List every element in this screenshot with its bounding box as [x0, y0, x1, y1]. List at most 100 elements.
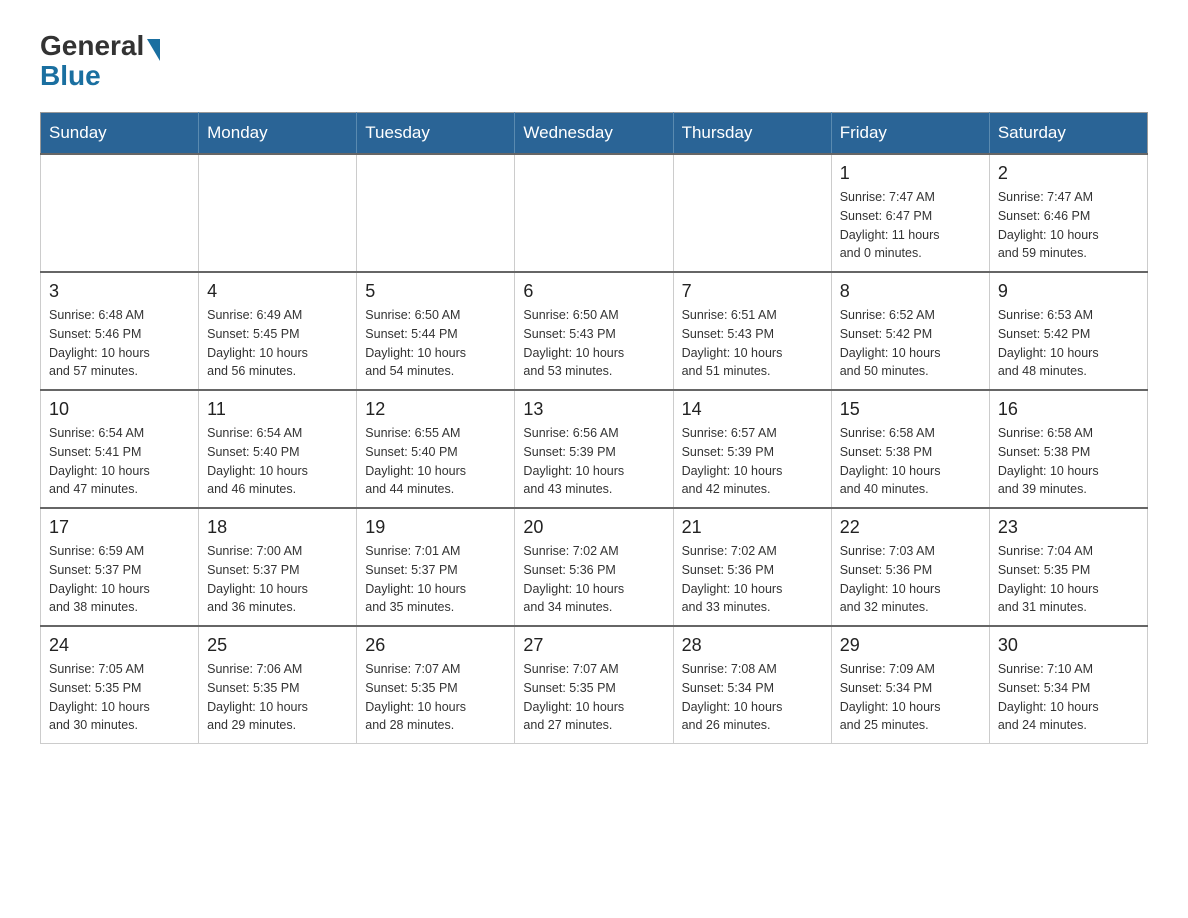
calendar-cell: 13 Sunrise: 6:56 AM Sunset: 5:39 PM Dayli… — [515, 390, 673, 508]
calendar-header-row: SundayMondayTuesdayWednesdayThursdayFrid… — [41, 113, 1148, 155]
day-number: 12 — [365, 399, 506, 420]
calendar-week-row: 3 Sunrise: 6:48 AM Sunset: 5:46 PM Daylig… — [41, 272, 1148, 390]
day-info: Sunrise: 7:07 AM Sunset: 5:35 PM Dayligh… — [523, 660, 664, 735]
calendar-cell: 19Sunrise: 7:01 AM Sunset: 5:37 PM Dayli… — [357, 508, 515, 626]
logo: General Blue — [40, 30, 160, 92]
calendar-cell: 2Sunrise: 7:47 AM Sunset: 6:46 PM Daylig… — [989, 154, 1147, 272]
calendar-week-row: 10 Sunrise: 6:54 AM Sunset: 5:41 PM Dayli… — [41, 390, 1148, 508]
day-info: Sunrise: 6:50 AM Sunset: 5:44 PM Dayligh… — [365, 306, 506, 381]
day-info: Sunrise: 6:55 AM Sunset: 5:40 PM Dayligh… — [365, 424, 506, 499]
calendar-cell: 10 Sunrise: 6:54 AM Sunset: 5:41 PM Dayli… — [41, 390, 199, 508]
day-number: 20 — [523, 517, 664, 538]
day-info: Sunrise: 7:02 AM Sunset: 5:36 PM Dayligh… — [523, 542, 664, 617]
day-number: 25 — [207, 635, 348, 656]
day-info: Sunrise: 7:06 AM Sunset: 5:35 PM Dayligh… — [207, 660, 348, 735]
calendar-week-row: 1Sunrise: 7:47 AM Sunset: 6:47 PM Daylig… — [41, 154, 1148, 272]
calendar-cell — [515, 154, 673, 272]
calendar-cell: 3 Sunrise: 6:48 AM Sunset: 5:46 PM Daylig… — [41, 272, 199, 390]
page-header: General Blue — [40, 30, 1148, 92]
day-info: Sunrise: 7:09 AM Sunset: 5:34 PM Dayligh… — [840, 660, 981, 735]
day-number: 21 — [682, 517, 823, 538]
day-info: Sunrise: 6:53 AM Sunset: 5:42 PM Dayligh… — [998, 306, 1139, 381]
day-number: 30 — [998, 635, 1139, 656]
day-number: 3 — [49, 281, 190, 302]
calendar-cell: 17 Sunrise: 6:59 AM Sunset: 5:37 PM Dayli… — [41, 508, 199, 626]
day-number: 2 — [998, 163, 1139, 184]
calendar-cell: 30 Sunrise: 7:10 AM Sunset: 5:34 PM Dayli… — [989, 626, 1147, 744]
calendar-cell: 14 Sunrise: 6:57 AM Sunset: 5:39 PM Dayli… — [673, 390, 831, 508]
calendar-cell: 23 Sunrise: 7:04 AM Sunset: 5:35 PM Dayli… — [989, 508, 1147, 626]
calendar-cell: 9Sunrise: 6:53 AM Sunset: 5:42 PM Daylig… — [989, 272, 1147, 390]
calendar-cell — [41, 154, 199, 272]
calendar-cell — [199, 154, 357, 272]
day-number: 4 — [207, 281, 348, 302]
day-number: 26 — [365, 635, 506, 656]
day-info: Sunrise: 6:57 AM Sunset: 5:39 PM Dayligh… — [682, 424, 823, 499]
calendar-cell: 8 Sunrise: 6:52 AM Sunset: 5:42 PM Daylig… — [831, 272, 989, 390]
day-number: 14 — [682, 399, 823, 420]
day-info: Sunrise: 6:58 AM Sunset: 5:38 PM Dayligh… — [840, 424, 981, 499]
day-info: Sunrise: 6:52 AM Sunset: 5:42 PM Dayligh… — [840, 306, 981, 381]
calendar-cell: 22 Sunrise: 7:03 AM Sunset: 5:36 PM Dayli… — [831, 508, 989, 626]
day-number: 11 — [207, 399, 348, 420]
day-info: Sunrise: 6:54 AM Sunset: 5:41 PM Dayligh… — [49, 424, 190, 499]
calendar-cell: 25 Sunrise: 7:06 AM Sunset: 5:35 PM Dayli… — [199, 626, 357, 744]
logo-blue-text: Blue — [40, 60, 101, 92]
calendar-cell: 5 Sunrise: 6:50 AM Sunset: 5:44 PM Daylig… — [357, 272, 515, 390]
calendar-cell — [357, 154, 515, 272]
logo-triangle-icon — [147, 39, 160, 61]
day-number: 22 — [840, 517, 981, 538]
day-info: Sunrise: 7:04 AM Sunset: 5:35 PM Dayligh… — [998, 542, 1139, 617]
calendar-cell: 6 Sunrise: 6:50 AM Sunset: 5:43 PM Daylig… — [515, 272, 673, 390]
day-info: Sunrise: 6:54 AM Sunset: 5:40 PM Dayligh… — [207, 424, 348, 499]
day-info: Sunrise: 6:59 AM Sunset: 5:37 PM Dayligh… — [49, 542, 190, 617]
weekday-header-friday: Friday — [831, 113, 989, 155]
day-number: 28 — [682, 635, 823, 656]
day-info: Sunrise: 6:51 AM Sunset: 5:43 PM Dayligh… — [682, 306, 823, 381]
day-number: 13 — [523, 399, 664, 420]
day-info: Sunrise: 6:50 AM Sunset: 5:43 PM Dayligh… — [523, 306, 664, 381]
calendar-cell: 4Sunrise: 6:49 AM Sunset: 5:45 PM Daylig… — [199, 272, 357, 390]
day-info: Sunrise: 7:10 AM Sunset: 5:34 PM Dayligh… — [998, 660, 1139, 735]
weekday-header-thursday: Thursday — [673, 113, 831, 155]
calendar-cell: 15 Sunrise: 6:58 AM Sunset: 5:38 PM Dayli… — [831, 390, 989, 508]
day-number: 8 — [840, 281, 981, 302]
calendar-cell: 28 Sunrise: 7:08 AM Sunset: 5:34 PM Dayli… — [673, 626, 831, 744]
day-info: Sunrise: 7:08 AM Sunset: 5:34 PM Dayligh… — [682, 660, 823, 735]
day-info: Sunrise: 7:07 AM Sunset: 5:35 PM Dayligh… — [365, 660, 506, 735]
logo-general-text: General — [40, 30, 144, 62]
calendar-cell: 26 Sunrise: 7:07 AM Sunset: 5:35 PM Dayli… — [357, 626, 515, 744]
day-info: Sunrise: 7:01 AM Sunset: 5:37 PM Dayligh… — [365, 542, 506, 617]
weekday-header-wednesday: Wednesday — [515, 113, 673, 155]
day-number: 23 — [998, 517, 1139, 538]
day-info: Sunrise: 7:47 AM Sunset: 6:47 PM Dayligh… — [840, 188, 981, 263]
calendar-week-row: 17 Sunrise: 6:59 AM Sunset: 5:37 PM Dayli… — [41, 508, 1148, 626]
day-number: 10 — [49, 399, 190, 420]
day-number: 18 — [207, 517, 348, 538]
day-number: 7 — [682, 281, 823, 302]
day-number: 5 — [365, 281, 506, 302]
calendar-week-row: 24 Sunrise: 7:05 AM Sunset: 5:35 PM Dayli… — [41, 626, 1148, 744]
day-number: 17 — [49, 517, 190, 538]
calendar-cell: 20 Sunrise: 7:02 AM Sunset: 5:36 PM Dayli… — [515, 508, 673, 626]
weekday-header-tuesday: Tuesday — [357, 113, 515, 155]
day-number: 24 — [49, 635, 190, 656]
calendar-cell: 21 Sunrise: 7:02 AM Sunset: 5:36 PM Dayli… — [673, 508, 831, 626]
day-info: Sunrise: 7:03 AM Sunset: 5:36 PM Dayligh… — [840, 542, 981, 617]
calendar-cell: 29 Sunrise: 7:09 AM Sunset: 5:34 PM Dayli… — [831, 626, 989, 744]
calendar-cell: 16Sunrise: 6:58 AM Sunset: 5:38 PM Dayli… — [989, 390, 1147, 508]
weekday-header-monday: Monday — [199, 113, 357, 155]
day-number: 29 — [840, 635, 981, 656]
day-info: Sunrise: 6:56 AM Sunset: 5:39 PM Dayligh… — [523, 424, 664, 499]
day-info: Sunrise: 6:48 AM Sunset: 5:46 PM Dayligh… — [49, 306, 190, 381]
calendar-cell: 11 Sunrise: 6:54 AM Sunset: 5:40 PM Dayli… — [199, 390, 357, 508]
day-info: Sunrise: 7:02 AM Sunset: 5:36 PM Dayligh… — [682, 542, 823, 617]
day-info: Sunrise: 7:05 AM Sunset: 5:35 PM Dayligh… — [49, 660, 190, 735]
weekday-header-saturday: Saturday — [989, 113, 1147, 155]
day-number: 6 — [523, 281, 664, 302]
calendar-cell: 27Sunrise: 7:07 AM Sunset: 5:35 PM Dayli… — [515, 626, 673, 744]
day-number: 15 — [840, 399, 981, 420]
day-info: Sunrise: 7:00 AM Sunset: 5:37 PM Dayligh… — [207, 542, 348, 617]
calendar-table: SundayMondayTuesdayWednesdayThursdayFrid… — [40, 112, 1148, 744]
logo-row: General — [40, 30, 160, 62]
